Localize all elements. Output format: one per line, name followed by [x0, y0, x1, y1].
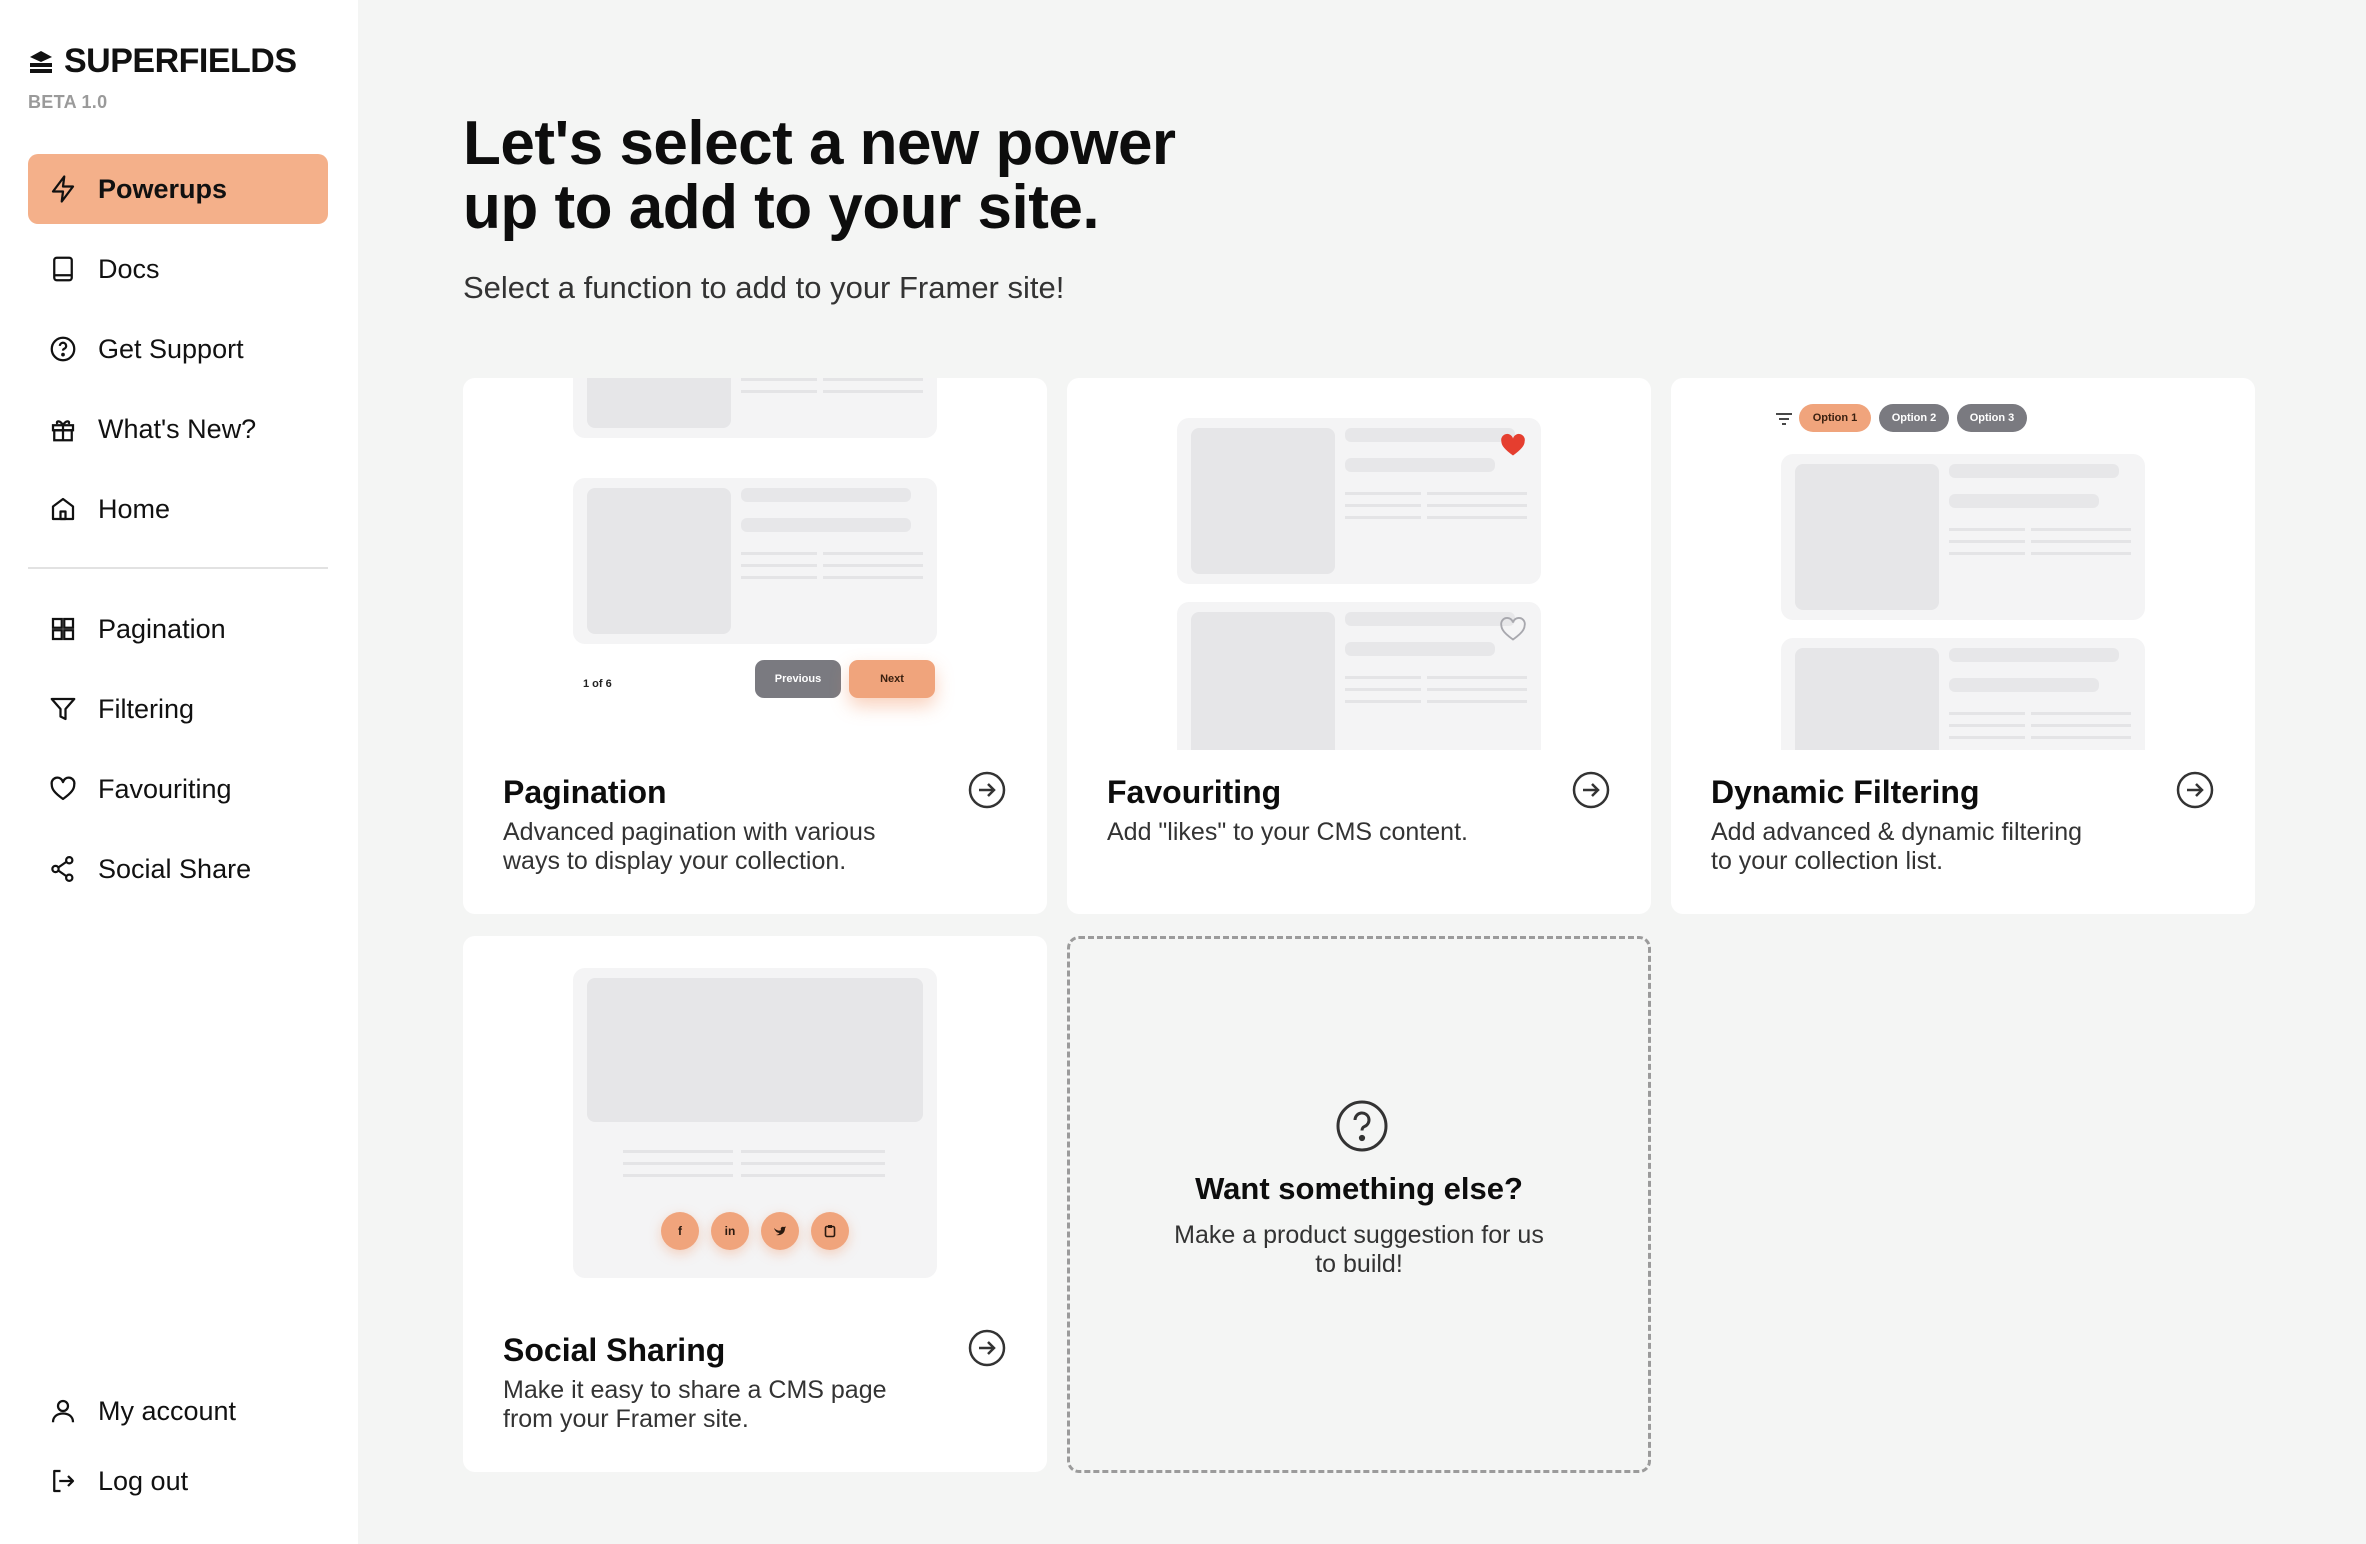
- card-description: Add advanced & dynamic filtering to your…: [1711, 818, 2083, 875]
- sidebar-item-label: Pagination: [98, 613, 226, 644]
- card-description: Add "likes" to your CMS content.: [1107, 818, 1468, 846]
- arrow-right-circle-icon[interactable]: [2175, 770, 2215, 810]
- twitter-icon: [761, 1212, 799, 1250]
- home-icon: [51, 497, 75, 521]
- card-description: Make it easy to share a CMS page from yo…: [503, 1376, 887, 1433]
- page-subtitle: Select a function to add to your Framer …: [463, 270, 1065, 305]
- card-title: Dynamic Filtering: [1711, 774, 1980, 810]
- sidebar-item-powerups[interactable]: Powerups: [28, 154, 328, 224]
- lightning-icon: [51, 175, 75, 203]
- arrow-right-circle-icon[interactable]: [967, 770, 1007, 810]
- sidebar-divider: [28, 567, 328, 569]
- sidebar-item-label: Log out: [98, 1465, 189, 1496]
- page-title-line-2: up to add to your site.: [463, 173, 1100, 242]
- mock-item: [1781, 454, 2145, 620]
- copy-icon: [811, 1212, 849, 1250]
- mock-option-pill: Option 3: [1957, 404, 2027, 432]
- facebook-icon: f: [661, 1212, 699, 1250]
- mock-previous-button: Previous: [755, 660, 841, 698]
- question-circle-icon: [1336, 1100, 1388, 1152]
- mock-next-button: Next: [849, 660, 935, 698]
- card-dynamic-filtering[interactable]: Option 1 Option 2 Option 3 Dynamic Filte…: [1671, 378, 2255, 914]
- mock-item: f in: [573, 968, 937, 1278]
- favouriting-preview: [1067, 378, 1651, 750]
- sidebar-item-log-out[interactable]: Log out: [28, 1446, 328, 1516]
- suggestion-title: Want something else?: [1195, 1171, 1523, 1206]
- card-title: Favouriting: [1107, 774, 1282, 810]
- heart-icon: [50, 776, 76, 801]
- heart-filled-icon: [1501, 433, 1525, 456]
- arrow-right-circle-icon[interactable]: [1571, 770, 1611, 810]
- card-description: Advanced pagination with various ways to…: [503, 818, 876, 875]
- filtering-preview: Option 1 Option 2 Option 3: [1671, 378, 2255, 750]
- heart-outline-icon: [1500, 617, 1526, 641]
- sidebar-item-label: Home: [98, 493, 171, 524]
- share-icon: [51, 856, 74, 882]
- grid-icon: [51, 617, 75, 641]
- sidebar-item-label: Get Support: [98, 333, 244, 364]
- sidebar: SUPERFIELDS BETA 1.0 Powerups Docs Get S…: [0, 0, 358, 1544]
- sidebar-item-docs[interactable]: Docs: [28, 234, 328, 304]
- sidebar-item-label: Favouriting: [98, 773, 232, 804]
- suggestion-card[interactable]: Want something else? Make a product sugg…: [1067, 936, 1651, 1473]
- logout-icon: [53, 1469, 75, 1493]
- social-preview: f in: [463, 936, 1047, 1308]
- sidebar-item-my-account[interactable]: My account: [28, 1376, 328, 1446]
- linkedin-icon: in: [711, 1212, 749, 1250]
- page-title: Let's select a new power up to add to yo…: [463, 112, 1363, 240]
- card-favouriting[interactable]: Favouriting Add "likes" to your CMS cont…: [1067, 378, 1651, 914]
- brand-version: BETA 1.0: [28, 92, 108, 112]
- sidebar-item-label: What's New?: [98, 413, 257, 444]
- card-social-sharing[interactable]: f in Social Sharing Make it easy to shar…: [463, 936, 1047, 1472]
- suggestion-description: Make a product suggestion for us to buil…: [1174, 1221, 1544, 1278]
- sidebar-item-home[interactable]: Home: [28, 474, 328, 544]
- sidebar-item-get-support[interactable]: Get Support: [28, 314, 328, 384]
- sidebar-item-filtering[interactable]: Filtering: [28, 674, 328, 744]
- mock-option-pill: Option 1: [1799, 404, 1871, 432]
- mock-option-pill: Option 2: [1879, 404, 1949, 432]
- sidebar-item-label: Docs: [98, 253, 160, 284]
- sidebar-item-label: My account: [98, 1395, 237, 1426]
- page-count: 1 of 6: [583, 678, 612, 690]
- sidebar-item-label: Powerups: [98, 173, 228, 204]
- brand-logo[interactable]: SUPERFIELDS: [28, 42, 297, 81]
- gift-icon: [51, 420, 75, 442]
- page-title-line-1: Let's select a new power: [463, 109, 1176, 178]
- card-title: Social Sharing: [503, 1332, 726, 1368]
- user-icon: [51, 1399, 75, 1423]
- stack-logo-icon: [30, 50, 52, 73]
- book-icon: [53, 256, 73, 282]
- arrow-right-circle-icon[interactable]: [967, 1328, 1007, 1368]
- filter-icon: [50, 697, 76, 721]
- sidebar-item-social-share[interactable]: Social Share: [28, 834, 328, 904]
- card-pagination[interactable]: 1 of 6 Previous Next Pagination Advanced…: [463, 378, 1047, 914]
- sidebar-item-pagination[interactable]: Pagination: [28, 594, 328, 664]
- card-title: Pagination: [503, 774, 667, 810]
- sidebar-item-favouriting[interactable]: Favouriting: [28, 754, 328, 824]
- sidebar-item-whats-new[interactable]: What's New?: [28, 394, 328, 464]
- brand-name: SUPERFIELDS: [64, 42, 297, 80]
- sidebar-item-label: Filtering: [98, 693, 195, 724]
- mock-item: [1177, 602, 1541, 750]
- mock-item: [1781, 638, 2145, 750]
- help-circle-icon: [50, 336, 76, 362]
- mock-item: [573, 478, 937, 644]
- mock-item: [573, 378, 937, 438]
- sidebar-item-label: Social Share: [98, 853, 252, 884]
- pagination-preview: 1 of 6 Previous Next: [463, 378, 1047, 750]
- mock-item: [1177, 418, 1541, 584]
- filter-lines-icon: [1776, 413, 1792, 425]
